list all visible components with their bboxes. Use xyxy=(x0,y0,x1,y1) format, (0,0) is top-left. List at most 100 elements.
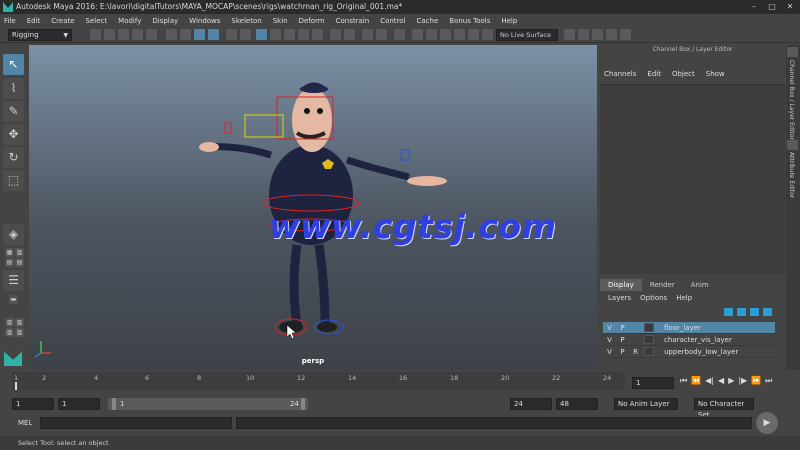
select-tool-icon[interactable]: ↖ xyxy=(3,54,24,75)
two-view-icon[interactable]: ▥ xyxy=(15,248,24,257)
playback-toggle[interactable]: P xyxy=(616,336,629,344)
save-scene-icon[interactable] xyxy=(118,29,129,40)
cb-menu-edit[interactable]: Edit xyxy=(647,70,661,78)
layout-icon-b[interactable]: ▤ xyxy=(15,258,24,267)
ipr-render-icon[interactable] xyxy=(362,29,373,40)
move-layer-down-icon[interactable] xyxy=(737,308,746,316)
visibility-toggle[interactable]: V xyxy=(603,348,616,356)
layers-menu-layers[interactable]: Layers xyxy=(608,294,631,302)
menu-display[interactable]: Display xyxy=(152,17,178,25)
menu-deform[interactable]: Deform xyxy=(299,17,325,25)
viewport-persp[interactable]: www.cgtsj.com persp xyxy=(29,45,597,370)
step-forward-key-icon[interactable]: ⏩ xyxy=(751,376,761,386)
visibility-toggle[interactable]: V xyxy=(603,336,616,344)
lasso-icon[interactable] xyxy=(412,29,423,40)
minimize-button[interactable]: – xyxy=(746,1,762,12)
menu-windows[interactable]: Windows xyxy=(189,17,220,25)
start-time-field[interactable]: 1 xyxy=(12,398,54,410)
cb-menu-show[interactable]: Show xyxy=(706,70,725,78)
menu-modify[interactable]: Modify xyxy=(118,17,141,25)
go-to-end-icon[interactable]: ⏭ xyxy=(765,376,772,386)
channel-box-area[interactable] xyxy=(600,84,785,274)
range-slider[interactable]: 1 24 xyxy=(108,398,308,410)
render-settings-icon[interactable] xyxy=(376,29,387,40)
menu-edit[interactable]: Edit xyxy=(27,17,41,25)
attribute-editor-icon[interactable] xyxy=(592,29,603,40)
layout-icon-a[interactable]: ▤ xyxy=(5,258,14,267)
magnet-icon[interactable] xyxy=(468,29,479,40)
snap-point-icon[interactable] xyxy=(284,29,295,40)
command-language-label[interactable]: MEL xyxy=(18,419,32,427)
lasso-tool-icon[interactable]: ⌇ xyxy=(3,78,24,99)
menu-create[interactable]: Create xyxy=(51,17,74,25)
tab-channel-box-vertical[interactable]: Channel Box / Layer Editor xyxy=(788,60,795,140)
step-back-frame-icon[interactable]: ◀| xyxy=(705,376,714,386)
new-scene-icon[interactable] xyxy=(90,29,101,40)
paint-select-tool-icon[interactable]: ✎ xyxy=(3,101,24,122)
command-input[interactable] xyxy=(40,417,232,429)
menu-bonus-tools[interactable]: Bonus Tools xyxy=(449,17,490,25)
select-component-icon[interactable] xyxy=(194,29,205,40)
modeling-toolkit-icon[interactable] xyxy=(578,29,589,40)
menu-select[interactable]: Select xyxy=(86,17,108,25)
settings-icon[interactable] xyxy=(787,47,798,57)
snap-surface-icon[interactable] xyxy=(312,29,323,40)
end-time-field[interactable]: 48 xyxy=(556,398,598,410)
anim-layer-dropdown[interactable]: No Anim Layer xyxy=(614,398,678,410)
single-perspective-view-icon[interactable]: ◈ xyxy=(3,224,24,245)
cb-menu-channels[interactable]: Channels xyxy=(604,70,636,78)
snap-together-icon[interactable] xyxy=(440,29,451,40)
menu-control[interactable]: Control xyxy=(380,17,405,25)
channel-box-icon[interactable] xyxy=(620,29,631,40)
menu-file[interactable]: File xyxy=(4,17,16,25)
playback-end-field[interactable]: 24 xyxy=(510,398,552,410)
layout-icon-g[interactable]: ▥ xyxy=(15,328,24,337)
layers-menu-help[interactable]: Help xyxy=(676,294,692,302)
tab-display[interactable]: Display xyxy=(600,279,642,291)
select-object-icon[interactable] xyxy=(180,29,191,40)
playback-toggle[interactable]: P xyxy=(616,348,629,356)
playback-start-field[interactable]: 1 xyxy=(58,398,100,410)
snap-curve-icon[interactable] xyxy=(270,29,281,40)
current-time-indicator[interactable] xyxy=(15,382,17,390)
tab-attribute-editor-vertical[interactable]: Attribute Editor xyxy=(788,152,795,198)
hypershade-icon[interactable] xyxy=(394,29,405,40)
playback-toggle[interactable]: P xyxy=(616,324,629,332)
tab-render[interactable]: Render xyxy=(642,279,683,291)
reference-toggle[interactable]: R xyxy=(629,348,642,356)
menu-skeleton[interactable]: Skeleton xyxy=(231,17,261,25)
go-to-start-icon[interactable]: ⏮ xyxy=(680,376,687,386)
snap-view-icon[interactable] xyxy=(298,29,309,40)
layout-icon-e[interactable]: ▥ xyxy=(15,318,24,327)
layout-icon-f[interactable]: ▥ xyxy=(5,328,14,337)
four-view-icon[interactable]: ▦ xyxy=(5,248,14,257)
range-start-handle[interactable] xyxy=(112,398,116,410)
select-mask-icon[interactable] xyxy=(208,29,219,40)
step-forward-frame-icon[interactable]: |▶ xyxy=(738,376,747,386)
snap-grid-icon[interactable] xyxy=(256,29,267,40)
open-scene-icon[interactable] xyxy=(104,29,115,40)
layer-color-swatch[interactable] xyxy=(644,335,654,344)
range-end-handle[interactable] xyxy=(301,398,305,410)
layer-row[interactable]: V P character_vis_layer xyxy=(603,334,775,346)
select-hierarchy-icon[interactable] xyxy=(166,29,177,40)
visibility-toggle[interactable]: V xyxy=(603,324,616,332)
play-forwards-icon[interactable]: ▶ xyxy=(728,376,734,386)
move-tool-icon[interactable]: ✥ xyxy=(3,124,24,145)
menu-cache[interactable]: Cache xyxy=(417,17,439,25)
current-frame-field[interactable]: 1 xyxy=(632,377,674,389)
layer-row[interactable]: V P R upperbody_low_layer xyxy=(603,346,775,358)
maximize-button[interactable]: □ xyxy=(764,1,780,12)
tab-anim[interactable]: Anim xyxy=(683,279,717,291)
layer-color-swatch[interactable] xyxy=(644,323,654,332)
new-layer-selected-icon[interactable] xyxy=(763,308,772,316)
move-layer-up-icon[interactable] xyxy=(724,308,733,316)
layers-menu-options[interactable]: Options xyxy=(640,294,667,302)
mask-joints-icon[interactable] xyxy=(226,29,237,40)
history-icon[interactable] xyxy=(330,29,341,40)
cb-menu-object[interactable]: Object xyxy=(672,70,695,78)
live-surface-field[interactable]: No Live Surface xyxy=(496,29,558,41)
menu-constrain[interactable]: Constrain xyxy=(336,17,370,25)
scale-tool-icon[interactable]: ⬚ xyxy=(3,170,24,191)
layout-icon-c[interactable]: ▬ xyxy=(9,295,18,304)
